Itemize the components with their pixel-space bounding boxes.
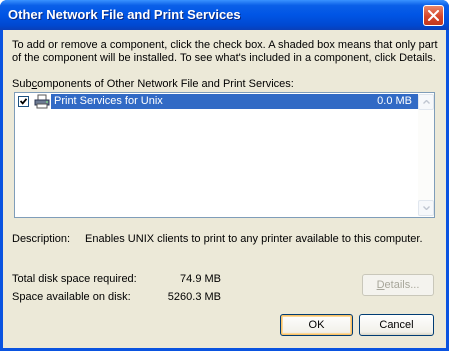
list-item[interactable]: Print Services for Unix 0.0 MB: [16, 94, 418, 109]
subcomponents-list[interactable]: Print Services for Unix 0.0 MB: [14, 92, 435, 218]
instructions-line-2: of the component will be installed. To s…: [12, 52, 436, 64]
disk-available-label: Space available on disk:: [12, 291, 131, 303]
disk-required-value: 74.9 MB: [180, 273, 221, 285]
component-size: 0.0 MB: [377, 95, 412, 107]
instructions-line-1: To add or remove a component, click the …: [12, 39, 438, 51]
title-bar[interactable]: Other Network File and Print Services: [0, 0, 449, 30]
component-name: Print Services for Unix: [54, 95, 163, 107]
component-row-selected[interactable]: Print Services for Unix 0.0 MB: [51, 94, 418, 109]
ok-button[interactable]: OK: [280, 314, 353, 336]
chevron-down-icon: [423, 206, 430, 210]
scroll-up-button[interactable]: [418, 94, 434, 110]
chevron-up-icon: [423, 100, 430, 104]
close-icon: [428, 10, 439, 21]
dialog-window: Other Network File and Print Services To…: [0, 0, 449, 351]
window-title: Other Network File and Print Services: [8, 7, 241, 22]
component-checkbox[interactable]: [18, 96, 29, 107]
description-label: Description:: [12, 233, 71, 245]
disk-required-label: Total disk space required:: [12, 273, 137, 285]
subcomponents-label: Subcomponents of Other Network File and …: [12, 78, 294, 90]
vertical-scrollbar[interactable]: [418, 94, 434, 216]
cancel-button[interactable]: Cancel: [359, 314, 434, 336]
checkmark-icon: [20, 98, 27, 105]
description-text: Enables UNIX clients to print to any pri…: [85, 233, 423, 245]
scroll-down-button[interactable]: [418, 200, 434, 216]
disk-available-value: 5260.3 MB: [167, 291, 221, 303]
dialog-body: To add or remove a component, click the …: [3, 30, 446, 348]
close-button[interactable]: [423, 5, 444, 26]
details-button[interactable]: Details...: [362, 274, 434, 296]
printer-icon: [34, 94, 50, 109]
